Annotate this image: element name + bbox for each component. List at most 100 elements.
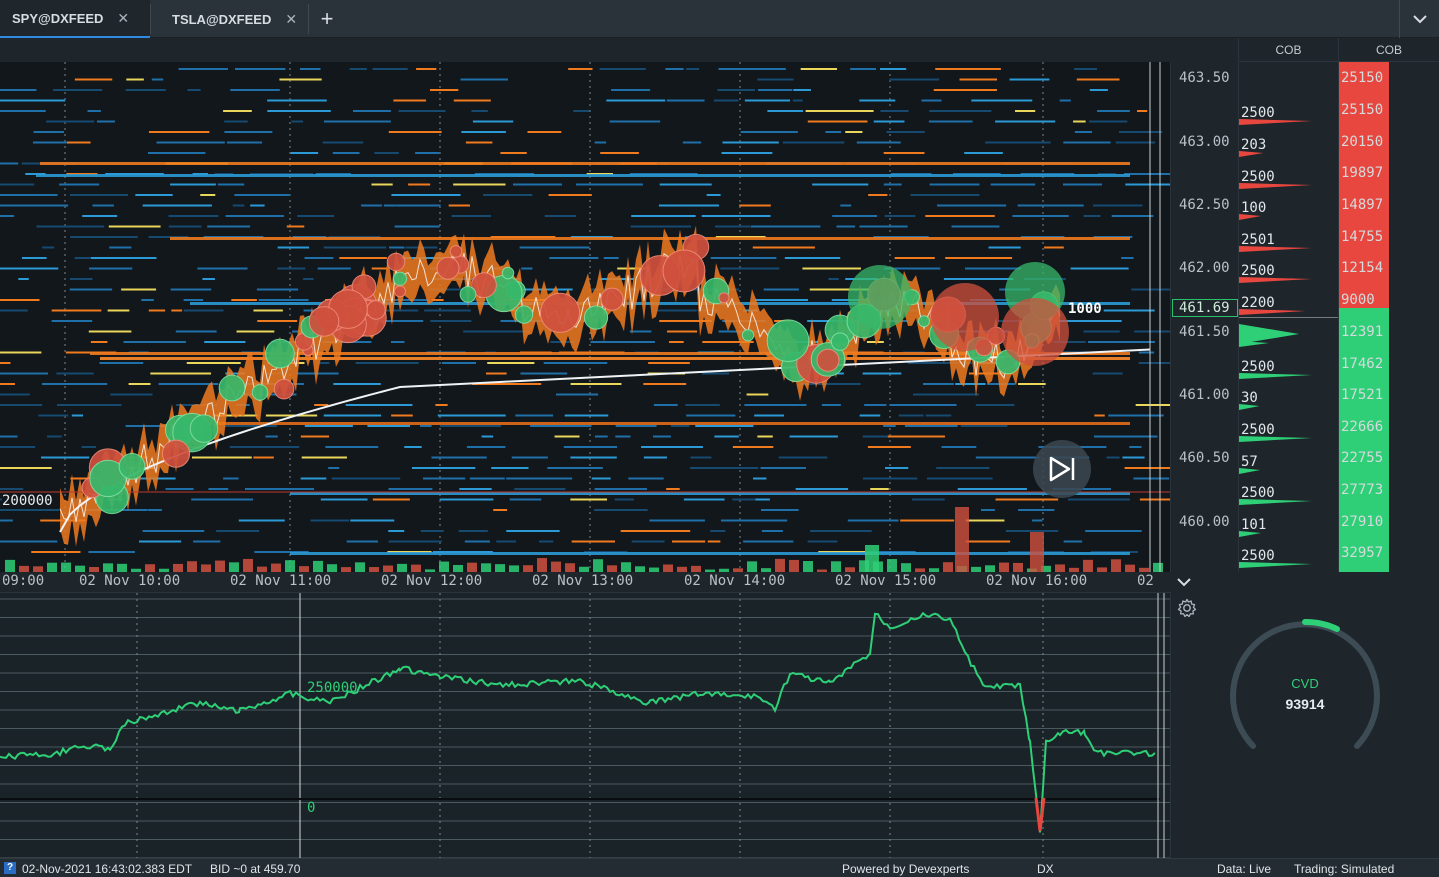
liquidity-streak	[42, 246, 55, 249]
liquidity-streak	[880, 110, 909, 112]
time-tick: 02 Nov 12:00	[381, 573, 483, 589]
liquidity-streak	[744, 99, 791, 102]
liquidity-streak	[193, 540, 221, 543]
liquidity-streak	[323, 246, 387, 249]
heatmap-chart[interactable]: 200000 1000	[0, 62, 1170, 572]
liquidity-streak	[1129, 446, 1142, 448]
liquidity-streak	[51, 320, 93, 322]
liquidity-streak	[721, 152, 773, 154]
heatmap-canvas[interactable]	[0, 62, 1170, 572]
cvd-line-chart	[0, 593, 1170, 858]
trade-bubble	[459, 285, 477, 303]
liquidity-streak	[1015, 110, 1036, 112]
tab-spy[interactable]: SPY@DXFEED ✕	[0, 0, 150, 38]
tab-tsla[interactable]: TSLA@DXFEED ✕	[160, 0, 306, 38]
cvd-indicator-panel[interactable]: 250000 0	[0, 592, 1170, 858]
tab-menu-button[interactable]	[1399, 0, 1439, 38]
liquidity-streak	[257, 320, 298, 322]
close-icon[interactable]: ✕	[285, 11, 297, 28]
liquidity-streak	[0, 351, 42, 354]
liquidity-streak	[388, 530, 405, 532]
liquidity-streak	[416, 68, 437, 70]
time-axis[interactable]: 09:00 02 Nov 10:00 02 Nov 11:00 02 Nov 1…	[0, 572, 1170, 592]
info-icon[interactable]: ?	[4, 862, 16, 874]
close-icon[interactable]: ✕	[117, 10, 129, 27]
liquidity-streak	[1076, 78, 1120, 81]
liquidity-streak	[372, 68, 408, 70]
play-next-button[interactable]	[1033, 440, 1091, 498]
liquidity-streak	[290, 152, 319, 154]
liquidity-streak	[92, 204, 114, 207]
price-axis[interactable]: 463.50 463.00 462.50 462.00 461.50 461.0…	[1170, 62, 1238, 572]
liquidity-streak	[743, 540, 794, 543]
liquidity-streak	[244, 488, 315, 490]
liquidity-streak	[0, 509, 60, 511]
liquidity-streak	[570, 456, 617, 459]
liquidity-streak	[590, 341, 655, 343]
liquidity-streak	[512, 183, 562, 186]
liquidity-streak	[511, 456, 548, 459]
cob-panel-size[interactable]: COB 2500 203 2500 100 2501 2500 2200 2500 30 2500…	[1238, 38, 1339, 572]
liquidity-streak	[570, 498, 608, 501]
liquidity-streak	[941, 446, 977, 448]
liquidity-streak	[628, 477, 664, 480]
tab-label: TSLA@DXFEED	[172, 11, 272, 27]
liquidity-streak	[576, 183, 643, 186]
liquidity-streak	[1018, 383, 1046, 385]
liquidity-streak	[750, 225, 821, 228]
cob-panel-cumulative[interactable]: COB 25150 25150 20150 19897 14897 14755 12154 9…	[1338, 38, 1439, 572]
volume-bar	[901, 563, 911, 572]
liquidity-streak	[883, 425, 896, 427]
liquidity-streak	[957, 488, 1027, 490]
liquidity-streak	[453, 99, 491, 102]
liquidity-streak	[717, 89, 755, 91]
gear-icon[interactable]	[1177, 598, 1197, 618]
liquidity-streak	[990, 183, 1036, 186]
chevron-down-icon[interactable]	[1177, 577, 1191, 587]
liquidity-streak	[884, 215, 916, 217]
liquidity-streak	[527, 131, 562, 133]
trade-bubble	[848, 265, 912, 329]
last-trade-label: 1000	[1068, 301, 1102, 317]
liquidity-streak	[883, 183, 902, 186]
liquidity-streak	[277, 267, 306, 270]
liquidity-streak	[686, 414, 736, 417]
liquidity-streak	[807, 540, 838, 543]
liquidity-streak	[121, 288, 157, 291]
liquidity-streak	[713, 99, 739, 102]
liquidity-streak	[223, 425, 277, 427]
liquidity-streak	[267, 99, 327, 102]
trade-bubble	[830, 332, 850, 351]
liquidity-streak	[99, 362, 144, 364]
liquidity-streak	[1134, 330, 1170, 333]
cob-size-value: 2500	[1241, 105, 1275, 121]
liquidity-streak	[506, 530, 560, 532]
liquidity-streak	[408, 183, 431, 186]
liquidity-streak	[670, 425, 690, 427]
cob-size-value: 2500	[1241, 263, 1275, 279]
liquidity-streak	[821, 404, 841, 406]
liquidity-streak	[563, 446, 618, 448]
liquidity-streak	[960, 425, 1008, 427]
liquidity-streak	[389, 246, 405, 249]
liquidity-streak	[217, 183, 245, 186]
liquidity-level	[40, 162, 1130, 165]
liquidity-streak	[208, 488, 229, 490]
liquidity-streak	[805, 110, 874, 112]
liquidity-streak	[390, 341, 405, 343]
add-tab-button[interactable]: +	[312, 0, 342, 38]
liquidity-streak	[90, 257, 157, 259]
liquidity-streak	[0, 372, 49, 375]
liquidity-streak	[424, 309, 471, 312]
liquidity-streak	[707, 540, 721, 543]
liquidity-streak	[1032, 519, 1043, 522]
liquidity-streak	[258, 299, 309, 301]
trade-bubble	[251, 384, 269, 401]
cob-size-value: 2500	[1241, 169, 1275, 185]
status-datetime: 02-Nov-2021 16:43:02.383 EDT	[22, 862, 193, 876]
trade-bubble	[718, 292, 730, 304]
liquidity-streak	[714, 435, 739, 438]
liquidity-streak	[0, 162, 19, 165]
tab-label: SPY@DXFEED	[12, 10, 104, 26]
liquidity-streak	[1093, 435, 1158, 438]
